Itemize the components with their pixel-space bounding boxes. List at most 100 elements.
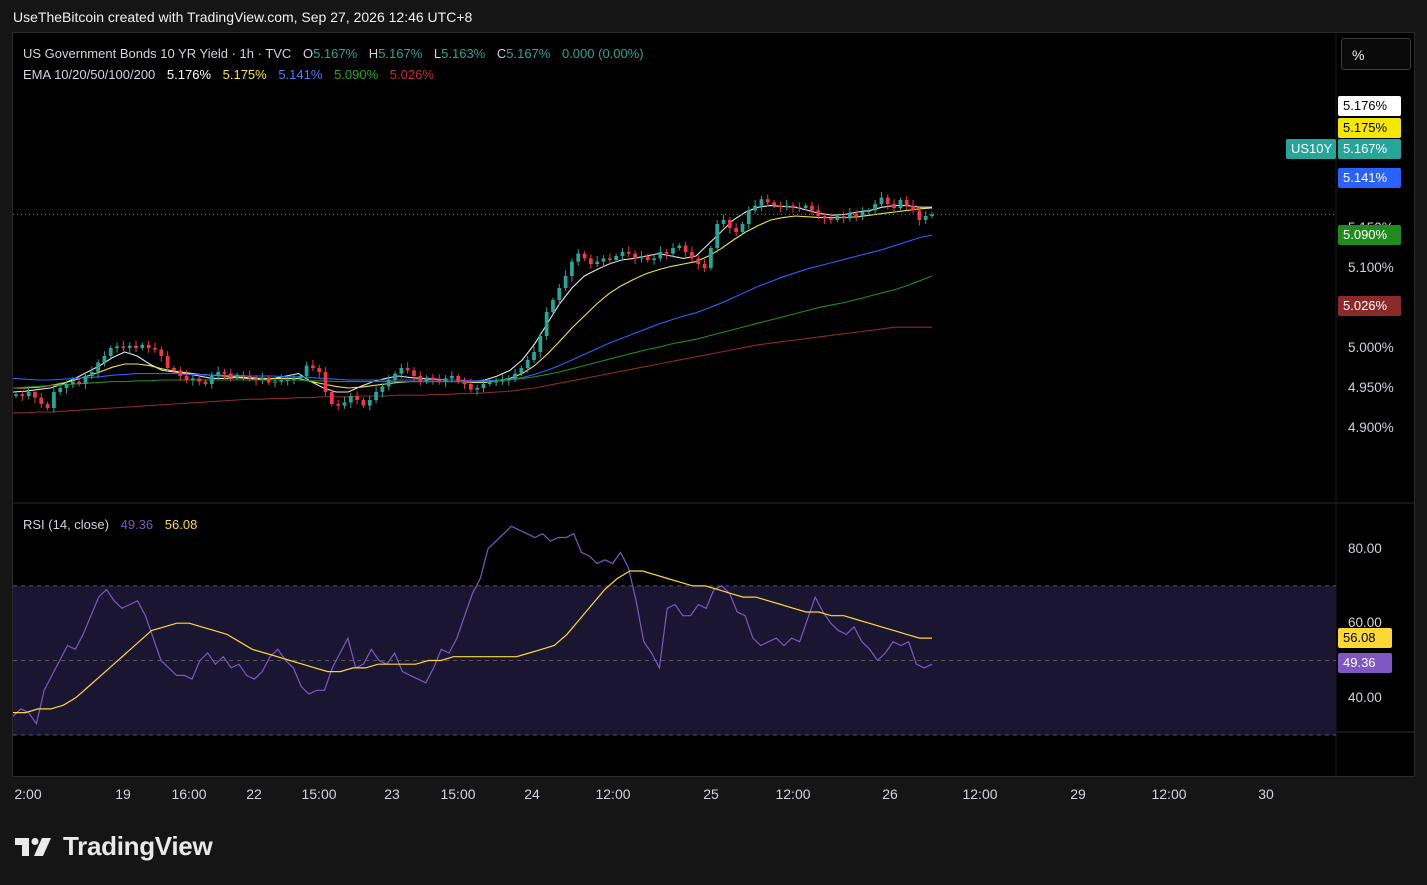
time-tick-label: 12:00 (1151, 786, 1187, 802)
ema-line (13, 207, 933, 389)
candle-layer (13, 192, 1336, 413)
candle-body (791, 205, 795, 208)
candle-body (803, 205, 808, 208)
candle-body (197, 378, 202, 382)
candle-body (658, 252, 663, 259)
rsi-tag: 49.36 (1338, 652, 1392, 673)
candle-body (146, 344, 151, 348)
candle-body (184, 376, 189, 380)
ema10-value: 5.176% (166, 67, 211, 82)
time-tick-label: 30 (1258, 786, 1274, 802)
candle-body (336, 404, 341, 406)
candle-body (519, 368, 524, 374)
candle-body (298, 376, 303, 379)
candle-body (115, 346, 119, 348)
candle-body (127, 345, 132, 348)
candle-body (77, 381, 82, 384)
candle-body (260, 377, 265, 380)
candle-body (450, 376, 454, 379)
candle-body (96, 362, 101, 372)
ema-line (13, 326, 932, 414)
time-tick-label: 12:00 (962, 786, 998, 802)
candle-body (917, 210, 922, 220)
candle-body (235, 375, 239, 378)
candle-body (247, 376, 252, 379)
candle-body (468, 384, 473, 390)
ema-price-tag: 5.090% (1338, 225, 1401, 245)
ema-price-tag: 5.175% (1338, 118, 1401, 138)
ema20-value: 5.175% (222, 67, 267, 82)
candle-body (20, 394, 25, 396)
candle-body (879, 197, 884, 204)
candle-body (285, 380, 290, 381)
candle-body (923, 216, 928, 220)
ema50-value: 5.141% (278, 67, 323, 82)
symbol-tag: US10Y (1286, 139, 1336, 159)
candle-body (551, 300, 555, 312)
ema-legend-label: EMA 10/20/50/100/200 (23, 67, 156, 82)
candle-body (216, 372, 221, 376)
candle-body (494, 381, 498, 383)
candle-body (645, 256, 650, 260)
candle-body (317, 368, 322, 372)
candle-body (690, 252, 694, 259)
time-tick-label: 22 (246, 786, 262, 802)
candle-body (784, 205, 789, 208)
main-legend: US Government Bonds 10 YR Yield · 1h · T… (23, 46, 644, 61)
candle-body (765, 199, 770, 203)
candle-body (525, 360, 530, 368)
candle-body (835, 216, 840, 220)
candle-body (829, 218, 833, 220)
ema200-value: 5.026% (389, 67, 434, 82)
rsi-tick-label: 80.00 (1348, 540, 1382, 556)
candle-body (26, 392, 31, 396)
candle-body (506, 378, 511, 380)
candle-body (544, 312, 549, 336)
candle-body (191, 378, 195, 380)
candle-body (904, 200, 909, 206)
high-value: 5.167% (378, 46, 423, 61)
candle-body (393, 373, 397, 380)
candle-body (563, 276, 568, 288)
percent-scale-button[interactable]: % (1341, 38, 1411, 70)
candle-body (639, 256, 644, 259)
candle-body (380, 386, 385, 392)
ema-price-tag: 5.026% (1338, 296, 1401, 316)
ema-price-tag: 5.176% (1338, 96, 1401, 116)
candle-body (570, 261, 574, 276)
price-tick-label: 4.900% (1348, 420, 1394, 435)
high-label: H (368, 46, 379, 61)
candle-body (323, 372, 328, 392)
rsi-ma-tag: 56.08 (1338, 627, 1392, 648)
candle-body (348, 396, 353, 403)
candle-body (424, 377, 429, 382)
chart-canvas[interactable] (0, 0, 1427, 885)
candle-body (557, 288, 562, 300)
candle-body (52, 392, 56, 408)
candle-body (734, 228, 739, 232)
time-tick-label: 12:00 (775, 786, 811, 802)
candle-body (311, 365, 315, 368)
candle-body (652, 258, 656, 260)
candle-body (399, 368, 404, 374)
candle-body (329, 392, 334, 404)
candle-body (418, 376, 423, 382)
price-tick-label: 4.950% (1348, 380, 1394, 395)
candle-body (797, 207, 802, 209)
rsi-tick-label: 40.00 (1348, 689, 1382, 705)
rsi-legend: RSI (14, close) 49.36 56.08 (23, 517, 197, 532)
candle-body (342, 402, 347, 406)
candle-body (677, 245, 682, 248)
candle-body (386, 380, 391, 387)
open-label: O (302, 46, 314, 61)
candle-body (33, 392, 37, 398)
candle-body (683, 245, 688, 252)
candle-body (273, 381, 277, 383)
candle-body (841, 216, 846, 219)
candle-body (709, 248, 713, 268)
candle-body (64, 384, 69, 388)
candle-body (134, 345, 138, 348)
candle-body (626, 252, 631, 254)
candle-body (721, 220, 726, 224)
rsi-value: 49.36 (120, 517, 154, 532)
